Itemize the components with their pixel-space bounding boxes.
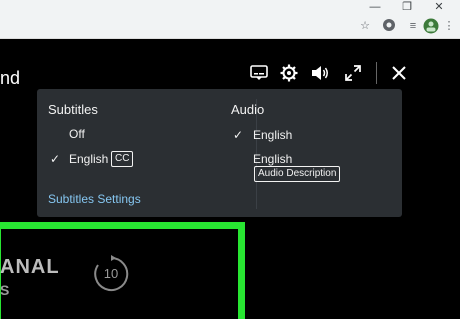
subtitles-audio-menu: Subtitles Off ✓ English CC Subtitles Set…: [37, 89, 402, 217]
subtitles-icon[interactable]: [248, 62, 270, 84]
subtitles-option-english[interactable]: English: [69, 152, 108, 166]
volume-icon[interactable]: [309, 62, 331, 84]
subtitles-option-off[interactable]: Off: [69, 127, 85, 141]
extension-icon[interactable]: [381, 18, 397, 34]
subtitles-settings-link[interactable]: Subtitles Settings: [48, 192, 141, 206]
star-icon[interactable]: ☆: [357, 18, 373, 34]
audio-option-english[interactable]: English: [253, 128, 292, 142]
minimize-icon[interactable]: —: [364, 0, 386, 14]
replay-seconds: 10: [103, 266, 119, 281]
settings-icon[interactable]: [278, 62, 300, 84]
controls-divider: [376, 62, 377, 84]
restore-icon[interactable]: ❐: [396, 0, 418, 14]
subtitles-heading: Subtitles: [48, 102, 98, 117]
reading-list-icon[interactable]: ≡: [405, 18, 421, 34]
video-title: nd: [0, 68, 21, 88]
thumbnail-subtitle: S: [0, 282, 10, 298]
checkmark-icon: ✓: [233, 128, 244, 142]
fullscreen-icon[interactable]: [342, 62, 364, 84]
checkmark-icon: ✓: [50, 152, 61, 166]
thumbnail-title: ANAL: [0, 256, 60, 278]
audio-option-english-ad[interactable]: English: [253, 152, 292, 166]
window-close-icon[interactable]: ✕: [428, 0, 450, 14]
browser-toolbar: — ❐ ✕ ☆ ≡ ⋮: [0, 0, 460, 39]
cc-badge: CC: [111, 151, 134, 167]
audio-heading: Audio: [231, 102, 265, 117]
more-icon[interactable]: ⋮: [441, 18, 457, 34]
profile-avatar[interactable]: [423, 18, 439, 34]
episode-thumbnail[interactable]: ANAL S 10: [0, 219, 245, 319]
audio-description-badge: Audio Description: [254, 166, 341, 182]
close-player-icon[interactable]: [388, 62, 410, 84]
